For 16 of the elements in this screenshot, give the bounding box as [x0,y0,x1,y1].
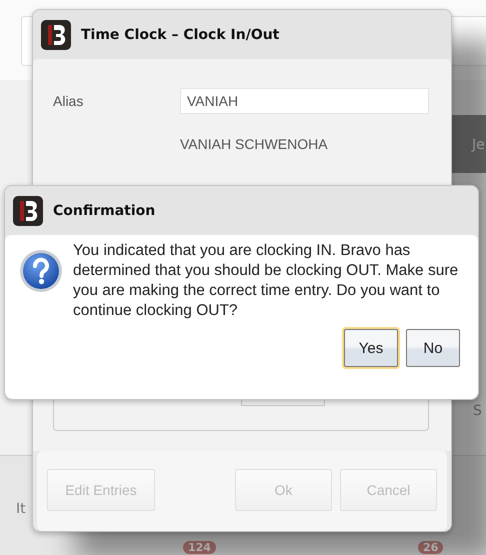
menu-label: Je [472,137,485,153]
alias-field[interactable]: VANIAH [180,88,429,114]
employee-name: VANIAH SCHWENOHA [180,136,328,152]
logo-icon [13,196,43,226]
confirmation-message: You indicated that you are clocking IN. Bravo has determined that you should be clocking OUT. Make sure you are making the correct time entry. Do you want to continue clocking OUT? [73,241,460,321]
count-badge: 26 [418,541,444,554]
menu-label: It [16,501,26,517]
window-title: Time Clock – Clock In/Out [81,26,280,42]
logo-icon [41,20,71,50]
menu-label: S [473,403,482,419]
dialog-title: Confirmation [53,202,156,218]
alias-label: Alias [53,92,84,108]
count-badge: 124 [183,541,216,554]
no-button[interactable]: No [406,329,460,367]
yes-button[interactable]: Yes [344,329,398,367]
question-icon [19,249,63,293]
